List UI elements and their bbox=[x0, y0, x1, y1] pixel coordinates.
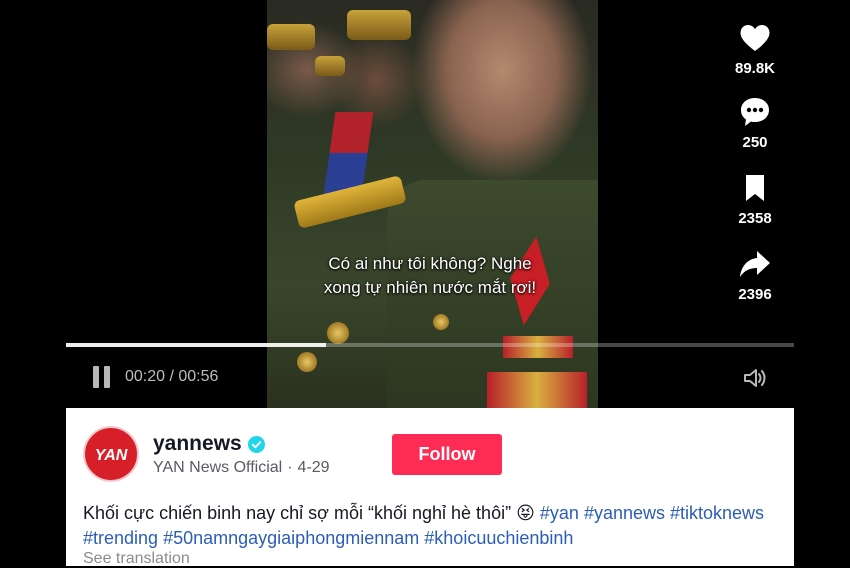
avatar-logo-text: YAN bbox=[95, 447, 128, 464]
volume-icon bbox=[744, 369, 766, 387]
video-player[interactable]: Có ai như tôi không? Nghe xong tự nhiên … bbox=[66, 0, 794, 408]
caption-line: Có ai như tôi không? Nghe bbox=[328, 254, 532, 273]
username-link[interactable]: yannews bbox=[153, 432, 265, 456]
post-date: 4-29 bbox=[297, 459, 330, 476]
bookmark-icon[interactable] bbox=[737, 170, 773, 206]
share-action[interactable]: 2396 bbox=[714, 246, 796, 303]
progress-fill bbox=[66, 343, 326, 347]
post-description: Khối cực chiến binh nay chỉ sợ mỗi “khối… bbox=[83, 501, 783, 551]
comment-action[interactable]: 250 bbox=[714, 94, 796, 151]
post-info: YAN yannews YAN News Official · 4-29 Follo… bbox=[66, 408, 794, 568]
share-icon[interactable] bbox=[737, 246, 773, 282]
see-translation-link[interactable]: See translation bbox=[83, 550, 190, 568]
hashtag-link[interactable]: #50namngaygiaiphongmiennam bbox=[163, 528, 419, 548]
pause-button[interactable] bbox=[92, 366, 112, 388]
emoji: 😝 bbox=[516, 503, 535, 523]
separator-dot: · bbox=[287, 459, 293, 476]
pause-icon bbox=[93, 366, 99, 388]
video-scene-medal bbox=[327, 322, 349, 344]
description-text: Khối cực chiến binh nay chỉ sợ mỗi “khối… bbox=[83, 503, 512, 523]
hashtag-link[interactable]: #tiktoknews bbox=[670, 503, 764, 523]
like-action[interactable]: 89.8K bbox=[714, 20, 796, 77]
video-scene-ribbon bbox=[487, 372, 587, 408]
avatar[interactable]: YAN bbox=[83, 426, 139, 482]
username[interactable]: yannews bbox=[153, 432, 242, 456]
yan-logo: YAN bbox=[95, 447, 128, 464]
volume-button[interactable] bbox=[742, 366, 768, 390]
video-scene-cap bbox=[347, 10, 411, 40]
pause-icon bbox=[104, 366, 110, 388]
video-scene-ribbon bbox=[503, 336, 573, 358]
caption-line: xong tự nhiên nước mắt rơi! bbox=[323, 278, 537, 297]
hashtag-link[interactable]: #yan bbox=[540, 503, 579, 523]
save-action[interactable]: 2358 bbox=[714, 170, 796, 227]
comment-count: 250 bbox=[742, 134, 768, 151]
heart-icon[interactable] bbox=[737, 20, 773, 56]
hashtag-link[interactable]: #trending bbox=[83, 528, 158, 548]
stage: Có ai như tôi không? Nghe xong tự nhiên … bbox=[0, 0, 850, 568]
share-count: 2396 bbox=[738, 286, 772, 303]
hashtag-link[interactable]: #khoicuuchienbinh bbox=[424, 528, 573, 548]
author-subline: YAN News Official · 4-29 bbox=[153, 459, 330, 477]
video-caption: Có ai như tôi không? Nghe xong tự nhiên … bbox=[66, 252, 794, 300]
video-scene-cap bbox=[267, 24, 315, 50]
video-scene-medal bbox=[433, 314, 449, 330]
verified-icon bbox=[247, 435, 265, 453]
follow-button[interactable]: Follow bbox=[392, 434, 502, 475]
video-scene-cap bbox=[315, 56, 345, 76]
hashtag-link[interactable]: #yannews bbox=[584, 503, 665, 523]
video-scene-medal bbox=[297, 352, 317, 372]
like-count: 89.8K bbox=[734, 60, 776, 77]
save-count: 2358 bbox=[738, 210, 772, 227]
comment-icon[interactable] bbox=[737, 94, 773, 130]
time-display: 00:20 / 00:56 bbox=[125, 368, 219, 385]
display-name: YAN News Official bbox=[153, 459, 283, 476]
progress-bar[interactable] bbox=[66, 343, 794, 347]
